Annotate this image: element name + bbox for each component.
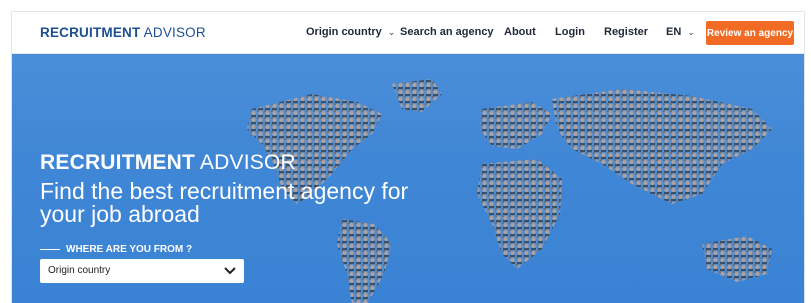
nav-register[interactable]: Register [604, 26, 648, 38]
page-frame: RECRUITMENT ADVISOR Origin country ⌄ Sear… [11, 11, 805, 303]
nav-origin-country[interactable]: Origin country ⌄ [306, 26, 395, 38]
origin-country-select[interactable]: Origin country [40, 259, 244, 283]
nav-login[interactable]: Login [555, 26, 585, 38]
hero-title: Find the best recruitment agency for you… [40, 178, 409, 227]
language-selector[interactable]: EN ⌄ [666, 26, 695, 38]
logo-light-text: ADVISOR [143, 25, 206, 40]
logo-bold-text: RECRUITMENT [40, 25, 141, 40]
hero-brand-bold: RECRUITMENT [40, 151, 196, 174]
chevron-down-icon: ⌄ [687, 27, 695, 37]
hero-banner: RECRUITMENT ADVISOR Find the best recrui… [12, 54, 804, 303]
chevron-down-icon [224, 267, 236, 275]
nav-search-agency[interactable]: Search an agency [400, 26, 494, 38]
nav-origin-country-label: Origin country [306, 26, 382, 38]
language-label: EN [666, 26, 682, 38]
nav-about[interactable]: About [504, 26, 536, 38]
hero-brand: RECRUITMENT ADVISOR [40, 151, 296, 175]
hero-brand-light: ADVISOR [199, 151, 296, 174]
where-from-label: WHERE ARE YOU FROM ? [40, 244, 192, 255]
divider-line [40, 248, 60, 250]
origin-country-select-value: Origin country [48, 265, 111, 276]
review-agency-button[interactable]: Review an agency [706, 21, 794, 45]
chevron-down-icon: ⌄ [387, 27, 396, 37]
navbar: RECRUITMENT ADVISOR Origin country ⌄ Sear… [12, 12, 804, 54]
where-from-text: WHERE ARE YOU FROM ? [66, 244, 193, 255]
site-logo[interactable]: RECRUITMENT ADVISOR [40, 25, 206, 40]
